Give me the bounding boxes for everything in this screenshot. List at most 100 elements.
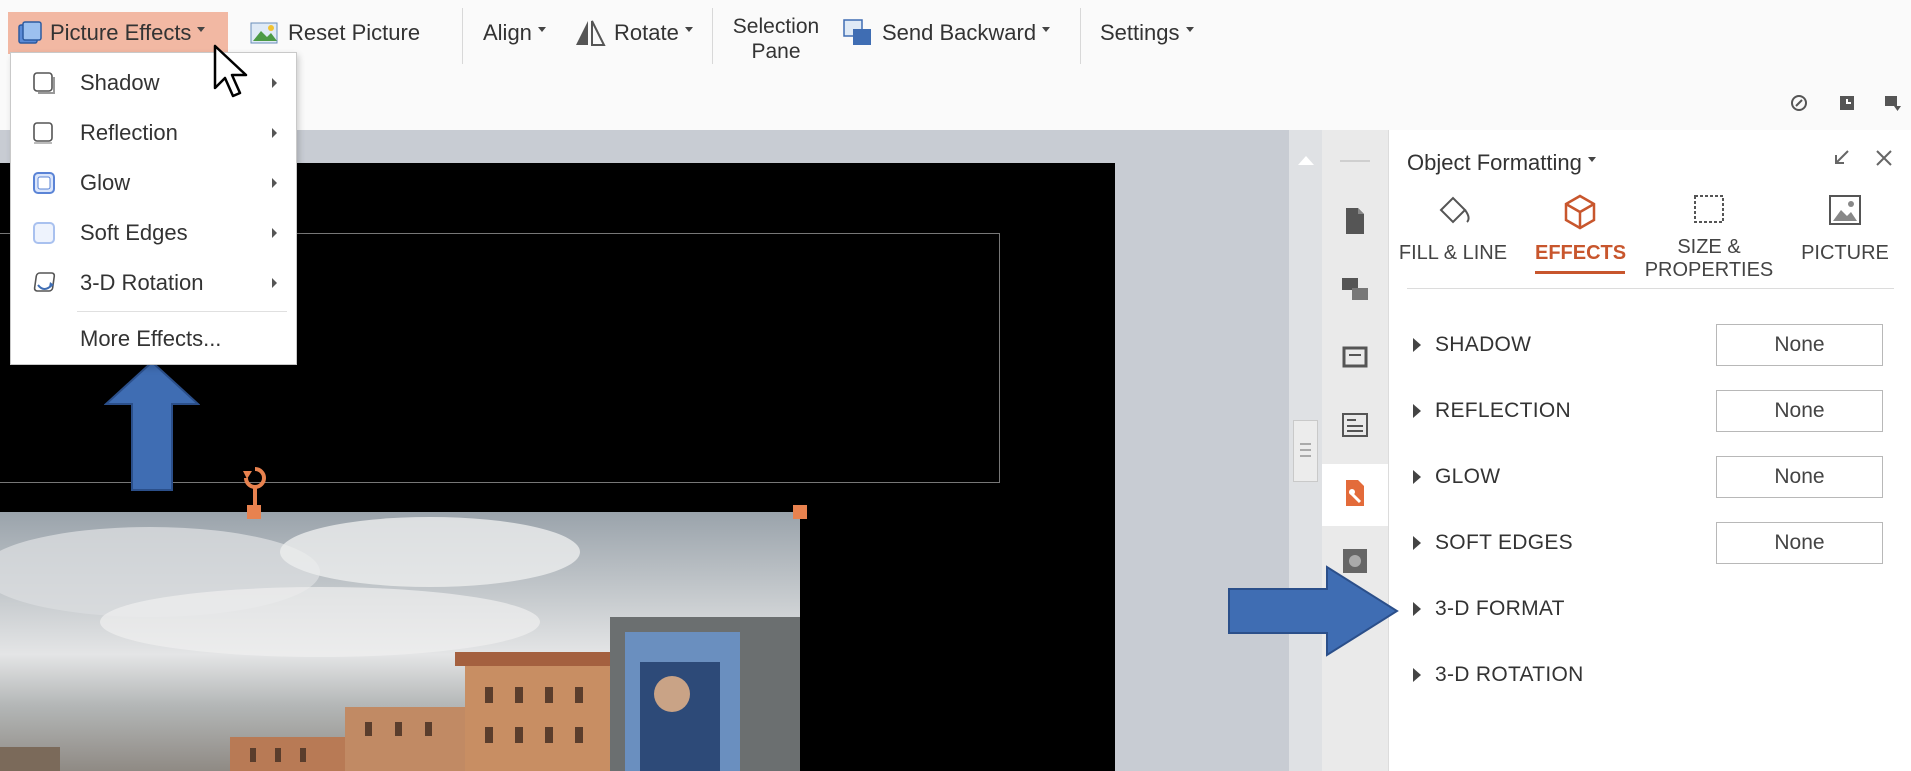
menu-item-label: Reflection [80,120,178,145]
section-3d-format[interactable]: 3-D FORMAT [1413,587,1893,631]
tab-size-and-properties[interactable]: SIZE & PROPERTIES [1643,192,1775,282]
tab-picture[interactable]: PICTURE [1789,192,1901,265]
section-label: SOFT EDGES [1435,531,1573,554]
menu-item-label: More Effects... [80,326,222,351]
up-arrow-icon [104,360,200,491]
expand-triangle-icon [1413,668,1421,682]
expand-triangle-icon [1413,338,1421,352]
chevron-down-icon [684,26,693,32]
soft-edges-icon [33,222,55,244]
task-pane-icon-strip [1322,130,1388,771]
menu-item-label: 3-D Rotation [80,270,204,295]
chevron-down-icon [1042,26,1051,32]
send-backward-button[interactable]: Send Backward [842,14,1051,52]
clock-icon[interactable] [1838,94,1856,112]
rotate-handle-icon[interactable] [240,463,270,505]
section-soft-edges[interactable]: SOFT EDGES None [1413,521,1893,565]
section-glow[interactable]: GLOW None [1413,455,1893,499]
shadow-preset-dropdown[interactable]: None [1716,324,1883,366]
menu-item-glow[interactable]: Glow [11,158,296,208]
submenu-arrow-icon [272,78,277,88]
menu-item-label: Soft Edges [80,220,188,245]
vertical-scrollbar[interactable] [1289,130,1322,771]
rotate-icon [576,20,606,46]
submenu-arrow-icon [272,278,277,288]
selection-handle[interactable] [793,505,807,519]
pane-title: Object Formatting [1407,150,1582,175]
tab-effects-label: EFFECTS [1535,242,1627,264]
tab-picture-label: PICTURE [1801,242,1889,264]
selection-handle[interactable] [247,505,261,519]
tab-fill-and-line-label: FILL & LINE [1398,242,1508,264]
tab-effects[interactable]: EFFECTS [1535,192,1627,274]
glow-preset-dropdown[interactable]: None [1716,456,1883,498]
reset-picture-label: Reset Picture [288,20,421,45]
paint-bucket-icon [1439,196,1470,224]
section-shadow[interactable]: SHADOW None [1413,323,1893,367]
picture-effects-menu: Shadow Reflection Glow Soft Edges 3-D Ro… [10,52,297,365]
menu-item-label: Glow [80,170,131,195]
tag-icon[interactable] [1790,94,1808,112]
section-label: GLOW [1435,465,1501,488]
tab-size-label-line1: SIZE & [1677,236,1741,258]
picture-effects-button[interactable]: Picture Effects [8,12,228,54]
expand-triangle-icon [1413,404,1421,418]
chevron-down-icon [197,26,206,32]
picture-icon [1829,195,1861,225]
mouse-cursor-icon [213,44,248,98]
submenu-arrow-icon [272,128,277,138]
settings-button[interactable]: Settings [1100,14,1194,52]
transition-icon[interactable] [1340,274,1370,304]
picture-effects-icon [18,21,42,44]
selection-pane-label-line2: Pane [751,40,801,64]
3d-rotation-icon [33,272,56,292]
picture-icon [250,22,278,44]
reflection-icon [33,122,53,144]
collapse-icon[interactable] [1830,147,1852,169]
align-label: Align [483,20,532,45]
rotate-button[interactable]: Rotate [574,14,693,52]
soft-edges-preset-dropdown[interactable]: None [1716,522,1883,564]
layout-icon[interactable] [1340,410,1370,440]
comment-icon[interactable] [1884,94,1902,112]
slides-icon[interactable] [1340,342,1370,372]
menu-separator [77,311,287,312]
section-reflection[interactable]: REFLECTION None [1413,389,1893,433]
menu-item-shadow[interactable]: Shadow [11,58,296,108]
chevron-down-icon [537,26,546,32]
cube-icon [1564,194,1596,230]
separator [462,8,463,64]
venice-photo [0,517,800,771]
submenu-arrow-icon [272,178,277,188]
menu-item-3d-rotation[interactable]: 3-D Rotation [11,258,296,308]
selection-pane-button[interactable]: Selection Pane [722,14,830,70]
size-icon [1694,195,1724,223]
menu-item-soft-edges[interactable]: Soft Edges [11,208,296,258]
tabs-divider [1407,288,1894,289]
menu-item-label: Shadow [80,70,160,95]
chevron-down-icon [1185,26,1194,32]
pane-title-dropdown[interactable]: Object Formatting [1407,150,1596,176]
glow-icon [33,172,55,194]
slide-picture[interactable] [0,512,800,771]
reflection-preset-dropdown[interactable]: None [1716,390,1883,432]
send-backward-label: Send Backward [882,20,1037,45]
menu-item-more-effects[interactable]: More Effects... [11,314,296,364]
section-3d-rotation[interactable]: 3-D ROTATION [1413,653,1893,697]
close-icon[interactable] [1873,147,1895,169]
scroll-up-arrow-icon[interactable] [1298,156,1314,165]
object-formatting-pane: Object Formatting FILL & LINE EFFECTS SI… [1388,130,1911,771]
section-label: REFLECTION [1435,399,1572,422]
settings-label: Settings [1100,20,1180,45]
tab-fill-and-line[interactable]: FILL & LINE [1397,192,1509,265]
object-formatting-icon[interactable] [1340,478,1370,508]
tab-active-underline [1535,271,1625,274]
menu-item-reflection[interactable]: Reflection [11,108,296,158]
reset-picture-button[interactable]: Reset Picture [250,14,420,52]
expand-triangle-icon [1413,536,1421,550]
scroll-thumb[interactable] [1293,420,1318,482]
tab-size-label-line2: PROPERTIES [1644,259,1774,281]
document-icon[interactable] [1340,206,1370,236]
section-label: 3-D FORMAT [1435,597,1565,620]
align-button[interactable]: Align [483,14,546,52]
